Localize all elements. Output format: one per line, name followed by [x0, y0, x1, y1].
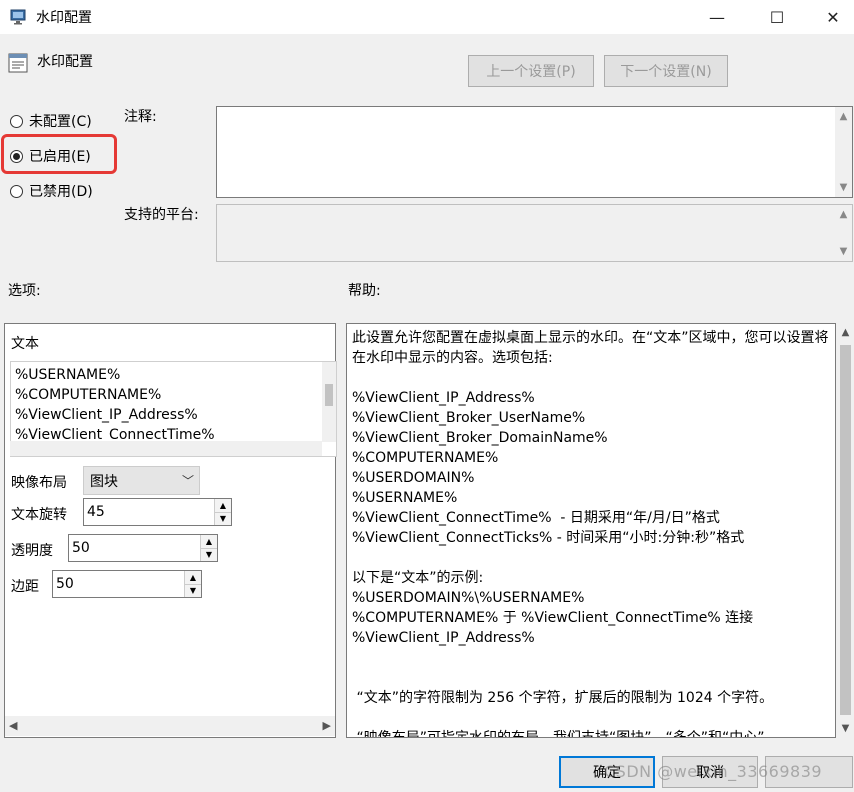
decrement-icon[interactable]: ▼	[201, 548, 217, 561]
help-label: 帮助:	[348, 283, 381, 299]
options-label: 选项:	[8, 283, 41, 299]
increment-icon[interactable]: ▲	[201, 535, 217, 549]
list-item: %COMPUTERNAME%	[15, 387, 162, 403]
rotation-label: 文本旋转	[11, 507, 67, 523]
radio-label: 未配置(C)	[29, 114, 92, 130]
layout-value: 图块	[90, 473, 118, 490]
radio-circle[interactable]	[10, 114, 23, 128]
scroll-thumb[interactable]	[840, 345, 851, 715]
platform-field: ▲ ▼	[216, 204, 853, 262]
scroll-left-icon[interactable]: ◀	[9, 719, 17, 732]
radio-label: 已禁用(D)	[29, 184, 93, 200]
options-horizontal-scrollbar[interactable]: ◀ ▶	[5, 716, 335, 736]
radio-not-configured[interactable]: 未配置(C)	[10, 111, 92, 131]
layout-label: 映像布局	[11, 475, 67, 491]
scroll-up-icon[interactable]: ▲	[835, 209, 852, 220]
help-scrollbar[interactable]: ▲ ▼	[837, 323, 854, 738]
comment-field[interactable]: ▲ ▼	[216, 106, 853, 198]
margin-value[interactable]: 50	[53, 576, 184, 592]
text-horizontal-scrollbar[interactable]	[10, 441, 322, 456]
window-title: 水印配置	[36, 10, 92, 26]
opacity-stepper[interactable]: 50 ▲ ▼	[68, 534, 218, 562]
list-item: %USERNAME%	[15, 367, 121, 383]
csdn-watermark: CSDN @weixin_33669839	[604, 762, 823, 781]
scroll-up-icon[interactable]: ▲	[837, 327, 854, 338]
margin-label: 边距	[11, 579, 39, 595]
radio-circle[interactable]	[10, 184, 23, 198]
previous-setting-button[interactable]: 上一个设置(P)	[468, 55, 594, 87]
highlight-annotation	[1, 134, 117, 174]
comment-scrollbar[interactable]: ▲ ▼	[835, 107, 852, 197]
scroll-down-icon[interactable]: ▼	[837, 723, 854, 734]
policy-icon	[8, 53, 28, 73]
decrement-icon[interactable]: ▼	[215, 512, 231, 525]
page-title: 水印配置	[37, 54, 93, 70]
close-button[interactable]: ✕	[810, 0, 854, 34]
scroll-down-icon[interactable]: ▼	[835, 182, 852, 193]
layout-select[interactable]: 图块 ﹀	[83, 466, 200, 495]
scroll-down-icon[interactable]: ▼	[835, 246, 852, 257]
scroll-up-icon[interactable]: ▲	[835, 111, 852, 122]
chevron-down-icon[interactable]: ﹀	[177, 472, 199, 489]
help-text: 此设置允许您配置在虚拟桌面上显示的水印。在“文本”区域中，您可以设置将在水印中显…	[352, 330, 829, 738]
rotation-value[interactable]: 45	[84, 504, 214, 520]
text-label: 文本	[11, 336, 39, 352]
opacity-value[interactable]: 50	[69, 540, 200, 556]
app-icon	[10, 9, 26, 25]
comment-label: 注释:	[124, 109, 157, 125]
increment-icon[interactable]: ▲	[185, 571, 201, 585]
next-setting-button[interactable]: 下一个设置(N)	[604, 55, 728, 87]
scroll-thumb[interactable]	[325, 384, 333, 406]
maximize-button[interactable]: ☐	[754, 0, 800, 34]
decrement-icon[interactable]: ▼	[185, 584, 201, 597]
text-vertical-scrollbar[interactable]	[322, 362, 336, 442]
platform-label: 支持的平台:	[124, 207, 199, 223]
help-panel: 此设置允许您配置在虚拟桌面上显示的水印。在“文本”区域中，您可以设置将在水印中显…	[346, 323, 836, 738]
margin-stepper[interactable]: 50 ▲ ▼	[52, 570, 202, 598]
increment-icon[interactable]: ▲	[215, 499, 231, 513]
opacity-label: 透明度	[11, 543, 53, 559]
radio-disabled[interactable]: 已禁用(D)	[10, 181, 93, 201]
list-item: %ViewClient_IP_Address%	[15, 407, 198, 423]
minimize-button[interactable]: —	[694, 0, 740, 34]
platform-scrollbar[interactable]: ▲ ▼	[835, 205, 852, 261]
rotation-stepper[interactable]: 45 ▲ ▼	[83, 498, 232, 526]
scroll-right-icon[interactable]: ▶	[323, 719, 331, 732]
